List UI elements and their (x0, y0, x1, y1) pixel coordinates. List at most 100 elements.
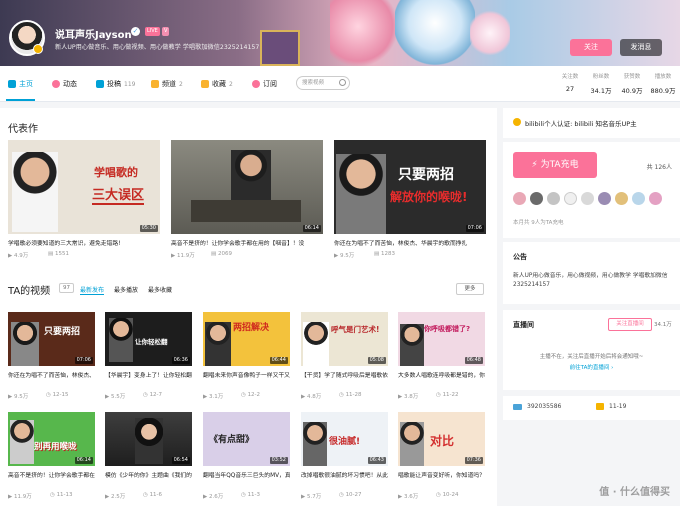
video-title[interactable]: 高音不是挤的！让你学会歌手都在用的【咽音】！没 (171, 238, 323, 247)
thumb-text: 只要两招 (44, 327, 81, 337)
presenter-figure (303, 322, 329, 366)
channel-icon (151, 80, 159, 88)
message-button[interactable]: 发消息 (620, 39, 662, 56)
masterpiece-title: 代表作 (8, 124, 38, 135)
video-title[interactable]: 【干货】学了随式呼吸后是唱歌依然吃得吗？因为你还不懂 (301, 370, 388, 379)
thumb-text: 解放你的喉咙! (390, 190, 468, 204)
video-title[interactable]: 改掉唱歌很油腻的坏习惯吧！从此告别油腻走上人生巅峰 (301, 470, 388, 479)
duration: 05:30 (139, 225, 158, 232)
play-count: ▶ 11.9万 (8, 494, 32, 500)
sort-tab-most-favorited[interactable]: 最多收藏 (148, 285, 172, 294)
tab-home[interactable]: 主页 (6, 79, 35, 101)
video-title[interactable]: 你还在为唱不了而苦恼，林俊杰、华晨宇的歌而挣扎吗? 两 (8, 370, 95, 379)
duration: 06:48 (464, 357, 483, 364)
video-thumbnail[interactable]: 很油腻! 06:43 (301, 412, 388, 466)
play-count: ▶ 2.6万 (203, 494, 224, 500)
masterpiece-thumbnail[interactable]: 06:14 (171, 140, 323, 234)
video-title[interactable]: 唱歌能让声音变好听，你知道吗？赶快来让声音变好听吧 (398, 470, 485, 479)
charger-avatar[interactable] (547, 192, 560, 205)
presenter-figure (135, 418, 163, 464)
video-thumbnail[interactable]: 对比 07:36 (398, 412, 485, 466)
upload-date: ◷ 11-22 (436, 392, 459, 398)
follow-live-button[interactable]: 关注直播间 (608, 318, 652, 331)
presenter-figure (400, 324, 424, 366)
charger-avatar[interactable] (530, 192, 543, 205)
banner-art-decoration (395, 0, 475, 66)
video-thumbnail[interactable]: 《有点甜》 03:52 (203, 412, 290, 466)
play-count: ▶ 3.8万 (398, 394, 419, 400)
folder-icon (201, 80, 209, 88)
live-offline-text: 主播不在，关注后直播开始后将会通知哦~ (539, 354, 644, 360)
play-count: ▶ 3.6万 (398, 494, 419, 500)
certification-icon (513, 118, 521, 126)
video-thumbnail[interactable]: 别再用喉咙 06:14 (8, 412, 95, 466)
thumb-text: 你呼吸都错了? (424, 325, 471, 333)
more-videos-button[interactable]: 更多 (456, 283, 484, 295)
search-icon[interactable] (339, 79, 346, 86)
cert-text: bilibili个人认证: bilibili 知名音乐UP主 (525, 120, 637, 128)
video-title[interactable]: 翻唱当年QQ音乐三巨头的MV，真的是又甜又甜! (203, 470, 290, 479)
banner-art-decoration (470, 8, 510, 58)
live-badge[interactable]: LIVE (145, 27, 160, 36)
video-thumbnail[interactable]: 只要两招 07:06 (8, 312, 95, 366)
username: 说耳声乐Jayson (55, 30, 132, 41)
duration: 06:54 (171, 457, 190, 464)
video-title[interactable]: 你还在为唱不了而苦恼，林俊杰、华晨宇的歌而挣扎 (334, 238, 486, 247)
video-title[interactable]: 大多数人唱歌连呼吸都是错的，你知道吗？掌握唱歌呼吸 (398, 370, 485, 379)
charger-avatar[interactable] (513, 192, 526, 205)
video-title[interactable]: 高音不是挤的！让你学会歌手都在用的【咽音】！改掉用喉 (8, 470, 95, 479)
stat-following[interactable]: 关注数 27 (553, 72, 587, 93)
video-thumbnail[interactable]: 你呼吸都错了? 06:48 (398, 312, 485, 366)
thumb-text: 让你轻松翻 (135, 338, 168, 346)
presenter-figure (205, 322, 231, 366)
charger-avatar[interactable] (615, 192, 628, 205)
video-title[interactable]: 【华晨宇】变身上了！让你轻松翻唱《好想爱这个世界 (105, 370, 192, 379)
goto-live-link[interactable]: 前往TA的直播间 › (503, 363, 680, 371)
stat-followers[interactable]: 粉丝数 34.1万 (584, 72, 618, 95)
charger-avatar[interactable] (632, 192, 645, 205)
tab-dynamic[interactable]: 动态 (52, 79, 77, 89)
tab-subscriptions[interactable]: 订阅 (252, 79, 277, 89)
video-thumbnail[interactable]: 两招解决 06:44 (203, 312, 290, 366)
video-title[interactable]: 学唱歌必须要知道的三大常识，避免走错路! (8, 238, 160, 247)
banner-art-decoration (330, 0, 400, 66)
video-thumbnail[interactable]: 呼气是门艺术! 05:08 (301, 312, 388, 366)
upload-date: ◷ 11-3 (241, 492, 261, 498)
video-title[interactable]: 翻唱未来你声音像鸭子一样又干又扁的问题! (203, 370, 290, 379)
tab-uploads[interactable]: 投稿 119 (96, 79, 135, 89)
video-icon (96, 80, 104, 88)
birthday-icon (596, 403, 604, 410)
duration: 07:36 (464, 457, 483, 464)
presenter-figure (109, 318, 133, 362)
upload-date: ◷ 11-6 (143, 492, 163, 498)
charger-avatar[interactable] (598, 192, 611, 205)
upload-date: ◷ 12-7 (143, 392, 163, 398)
danmaku-count: ▤ 2069 (211, 251, 232, 257)
tab-favorites[interactable]: 收藏 2 (201, 79, 233, 89)
thumb-text: 《有点甜》 (209, 435, 255, 445)
banner-gift-decoration (260, 30, 300, 66)
masterpiece-thumbnail[interactable]: 只要两招 解放你的喉咙! 07:06 (334, 140, 486, 234)
sort-tab-most-played[interactable]: 最多播放 (114, 285, 138, 294)
duration: 06:14 (74, 457, 93, 464)
video-title[interactable]: 模仿《少年的你》主题曲《我们的明天》歌曲教学 (105, 470, 192, 479)
presenter-figure (10, 420, 34, 464)
thumb-text: 呼气是门艺术! (331, 325, 380, 334)
charger-avatar[interactable] (564, 192, 577, 205)
sort-tab-latest[interactable]: 最新发布 (80, 285, 105, 295)
charger-avatar[interactable] (649, 192, 662, 205)
search-input[interactable]: 搜索视频 (296, 76, 350, 90)
thumb-text: 两招解决 (233, 323, 270, 333)
follow-button[interactable]: 关注 (570, 39, 612, 56)
announcement-title: 公告 (513, 253, 527, 261)
charger-avatar[interactable] (581, 192, 594, 205)
tab-channels[interactable]: 频道 2 (151, 79, 183, 89)
masterpiece-thumbnail[interactable]: 学唱歌的 三大误区 05:30 (8, 140, 160, 234)
live-follower-count: 34.1万 (654, 322, 672, 328)
video-thumbnail[interactable]: 06:54 (105, 412, 192, 466)
video-thumbnail[interactable]: 让你轻松翻 06:36 (105, 312, 192, 366)
info-panel: 392035586 11-19 (503, 396, 680, 420)
upload-date: ◷ 12-2 (241, 392, 261, 398)
charge-button[interactable]: ⚡ 为TA充电 (513, 152, 597, 178)
presenter-figure (336, 154, 386, 234)
